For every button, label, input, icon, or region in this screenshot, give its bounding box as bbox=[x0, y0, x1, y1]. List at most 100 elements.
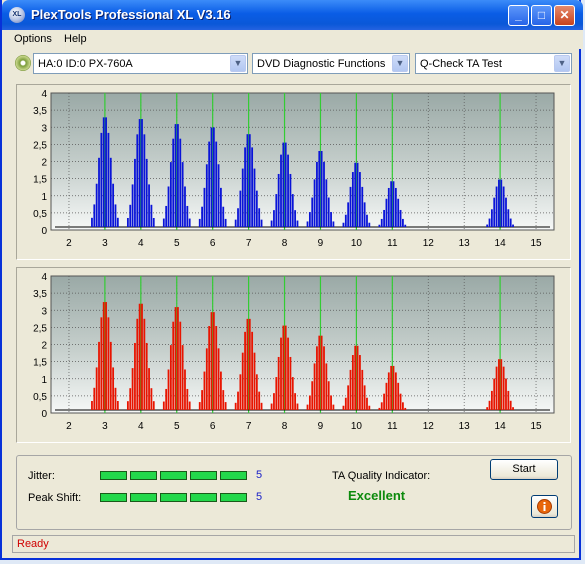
function-select[interactable]: DVD Diagnostic Functions ▼ bbox=[252, 53, 410, 74]
menu-bar: Options Help bbox=[2, 30, 583, 49]
histogram-bar bbox=[179, 138, 182, 227]
x-tick-label: 13 bbox=[459, 238, 471, 249]
title-bar[interactable]: XL PlexTools Professional XL V3.16 _ □ ✕ bbox=[2, 0, 583, 30]
meter-segment bbox=[130, 493, 157, 502]
histogram-bar bbox=[402, 402, 404, 410]
histogram-bar bbox=[177, 307, 179, 410]
x-tick-label: 12 bbox=[423, 238, 435, 249]
x-tick-label: 2 bbox=[66, 421, 72, 432]
histogram-bar bbox=[505, 197, 507, 227]
drive-select[interactable]: HA:0 ID:0 PX-760A ▼ bbox=[33, 53, 248, 74]
x-tick-label: 11 bbox=[387, 421, 398, 432]
histogram-bar bbox=[215, 141, 218, 227]
histogram-bar bbox=[222, 206, 225, 227]
close-button[interactable]: ✕ bbox=[554, 5, 575, 26]
top-chart-svg: 0 0,5 1 1,5 2 2,5 3 3,5 4 2 3 4 5 6 7 8 9 10 11 12 13 14 15 bbox=[33, 89, 555, 249]
histogram-bar bbox=[509, 400, 512, 410]
y-tick-label: 1,5 bbox=[33, 175, 47, 186]
histogram-bar bbox=[270, 220, 273, 227]
histogram-bar bbox=[186, 388, 189, 410]
x-tick-label: 15 bbox=[530, 238, 542, 249]
histogram-bar bbox=[385, 382, 388, 410]
histogram-bar bbox=[306, 404, 309, 410]
histogram-bar bbox=[179, 321, 182, 410]
x-tick-label: 6 bbox=[210, 421, 216, 432]
histogram-bar bbox=[143, 318, 146, 410]
histogram-bar bbox=[169, 345, 172, 410]
meter-segment bbox=[220, 471, 247, 480]
histogram-bar bbox=[98, 341, 100, 410]
histogram-bar bbox=[344, 214, 347, 227]
y-tick-label: 3 bbox=[41, 123, 47, 134]
minimize-button[interactable]: _ bbox=[508, 5, 529, 26]
histogram-bar bbox=[237, 391, 239, 410]
histogram-bar bbox=[275, 377, 278, 410]
histogram-bar bbox=[330, 212, 332, 227]
histogram-bar bbox=[203, 187, 206, 227]
x-tick-label: 4 bbox=[138, 238, 144, 249]
histogram-bar bbox=[107, 132, 110, 227]
menu-options[interactable]: Options bbox=[14, 33, 52, 45]
histogram-bar bbox=[167, 186, 170, 227]
x-tick-label: 8 bbox=[282, 421, 288, 432]
histogram-bar bbox=[212, 312, 215, 410]
histogram-bar bbox=[217, 164, 220, 227]
histogram-bar bbox=[325, 179, 328, 227]
histogram-bar bbox=[488, 400, 491, 410]
y-tick-label: 0 bbox=[41, 226, 47, 237]
x-tick-label: 5 bbox=[174, 238, 180, 249]
y-tick-label: 4 bbox=[41, 272, 47, 283]
y-tick-label: 3,5 bbox=[33, 289, 47, 300]
histogram-bar bbox=[368, 222, 371, 227]
histogram-bar bbox=[184, 369, 186, 410]
meter-segment bbox=[100, 493, 127, 502]
histogram-bar bbox=[167, 369, 170, 410]
histogram-bar bbox=[273, 393, 275, 410]
histogram-bar bbox=[105, 302, 107, 410]
y-tick-label: 2,5 bbox=[33, 140, 47, 151]
histogram-bar bbox=[112, 367, 115, 410]
histogram-bar bbox=[332, 221, 335, 227]
y-tick-label: 3,5 bbox=[33, 106, 47, 117]
histogram-bar bbox=[177, 124, 179, 227]
histogram-bar bbox=[143, 134, 146, 227]
meter-segment bbox=[160, 471, 187, 480]
histogram-bar bbox=[280, 154, 282, 227]
histogram-bar bbox=[495, 186, 498, 227]
histogram-bar bbox=[172, 138, 175, 227]
info-button[interactable] bbox=[531, 495, 558, 518]
x-tick-label: 3 bbox=[102, 238, 108, 249]
histogram-bar bbox=[512, 224, 514, 227]
maximize-button[interactable]: □ bbox=[531, 5, 552, 26]
histogram-bar bbox=[313, 179, 316, 227]
histogram-bar bbox=[316, 161, 318, 227]
histogram-bar bbox=[148, 184, 150, 227]
histogram-bar bbox=[152, 217, 155, 227]
chevron-down-icon[interactable]: ▼ bbox=[230, 55, 246, 72]
histogram-bar bbox=[366, 214, 368, 227]
histogram-bar bbox=[91, 217, 93, 227]
start-button[interactable]: Start bbox=[490, 459, 558, 480]
histogram-bar bbox=[138, 119, 141, 227]
histogram-bar bbox=[220, 187, 222, 227]
histogram-bar bbox=[126, 217, 129, 227]
histogram-bar bbox=[212, 127, 215, 227]
menu-help[interactable]: Help bbox=[64, 33, 87, 45]
histogram-bar bbox=[380, 218, 383, 227]
histogram-bar bbox=[500, 179, 503, 227]
histogram-bar bbox=[327, 197, 330, 227]
histogram-bar bbox=[294, 210, 297, 227]
histogram-bar bbox=[186, 205, 189, 227]
histogram-bar bbox=[109, 157, 112, 227]
histogram-bar bbox=[100, 132, 103, 227]
histogram-bar bbox=[509, 218, 512, 227]
histogram-bar bbox=[383, 393, 385, 410]
histogram-bar bbox=[253, 168, 256, 227]
histogram-bar bbox=[152, 401, 155, 410]
chevron-down-icon[interactable]: ▼ bbox=[554, 55, 570, 72]
test-select[interactable]: Q-Check TA Test ▼ bbox=[415, 53, 572, 74]
histogram-bar bbox=[251, 331, 254, 410]
chevron-down-icon[interactable]: ▼ bbox=[392, 55, 408, 72]
histogram-bar bbox=[289, 356, 292, 410]
histogram-bar bbox=[129, 388, 132, 410]
